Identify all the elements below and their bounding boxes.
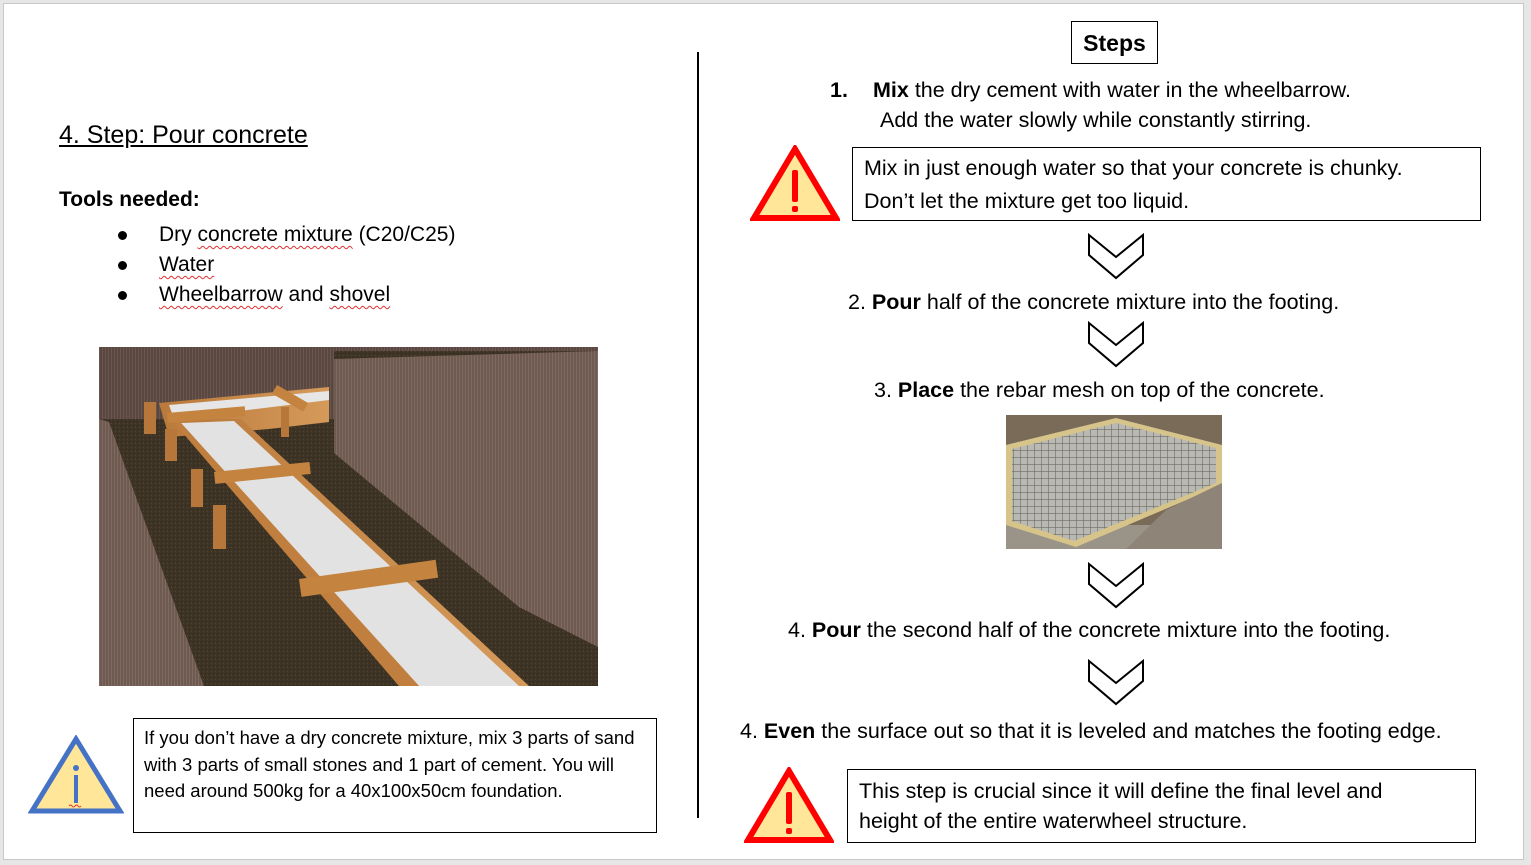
warning-box-2: This step is crucial since it will defin… (847, 769, 1476, 843)
warning-box-1: Mix in just enough water so that your co… (852, 147, 1481, 221)
warning-triangle-icon (742, 765, 836, 845)
tool-item: Wheelbarrow and shovel (118, 280, 455, 310)
tool-item-text: and (282, 283, 330, 306)
tool-item: Dry concrete mixture (C20/C25) (118, 220, 455, 250)
chevron-down-arrow-icon (1087, 561, 1147, 611)
step-1-line-2: Add the water slowly while constantly st… (880, 108, 1312, 132)
tool-item-text: Dry (159, 223, 198, 246)
tool-item-text: (C20/C25) (352, 223, 456, 246)
chevron-down-arrow-icon (1087, 232, 1147, 282)
tool-item-text: shovel (329, 283, 391, 306)
warning-triangle-icon (748, 143, 842, 223)
column-divider (697, 52, 699, 818)
step-4: 4. Pour the second half of the concrete … (788, 618, 1391, 642)
step-1: 1. Mix the dry cement with water in the w… (830, 78, 1352, 102)
chevron-down-arrow-icon (1087, 658, 1147, 708)
footing-render-illustration (99, 347, 598, 686)
rebar-mesh-image (1006, 415, 1222, 549)
tool-item-text: Water (159, 253, 215, 276)
info-note-box: If you don’t have a dry concrete mixture… (133, 718, 657, 833)
rebar-mesh-photo (1006, 415, 1222, 549)
step-5: 4. Even the surface out so that it is le… (740, 719, 1442, 743)
step-3: 3. Place the rebar mesh on top of the co… (874, 378, 1325, 402)
footing-formwork-image (99, 347, 598, 686)
tool-item: Water (118, 250, 455, 280)
tool-item-text: Wheelbarrow (159, 283, 283, 306)
steps-heading: Steps (1071, 21, 1158, 64)
step-2: 2. Pour half of the concrete mixture int… (848, 290, 1340, 314)
tools-heading: Tools needed: (59, 188, 200, 211)
tools-list: Dry concrete mixture (C20/C25) Water Wheel… (118, 220, 455, 310)
info-warning-triangle-icon (27, 734, 125, 815)
chevron-down-arrow-icon (1087, 320, 1147, 370)
page-title: 4. Step: Pour concrete (59, 121, 308, 149)
tool-item-text: concrete mixture (197, 223, 353, 246)
